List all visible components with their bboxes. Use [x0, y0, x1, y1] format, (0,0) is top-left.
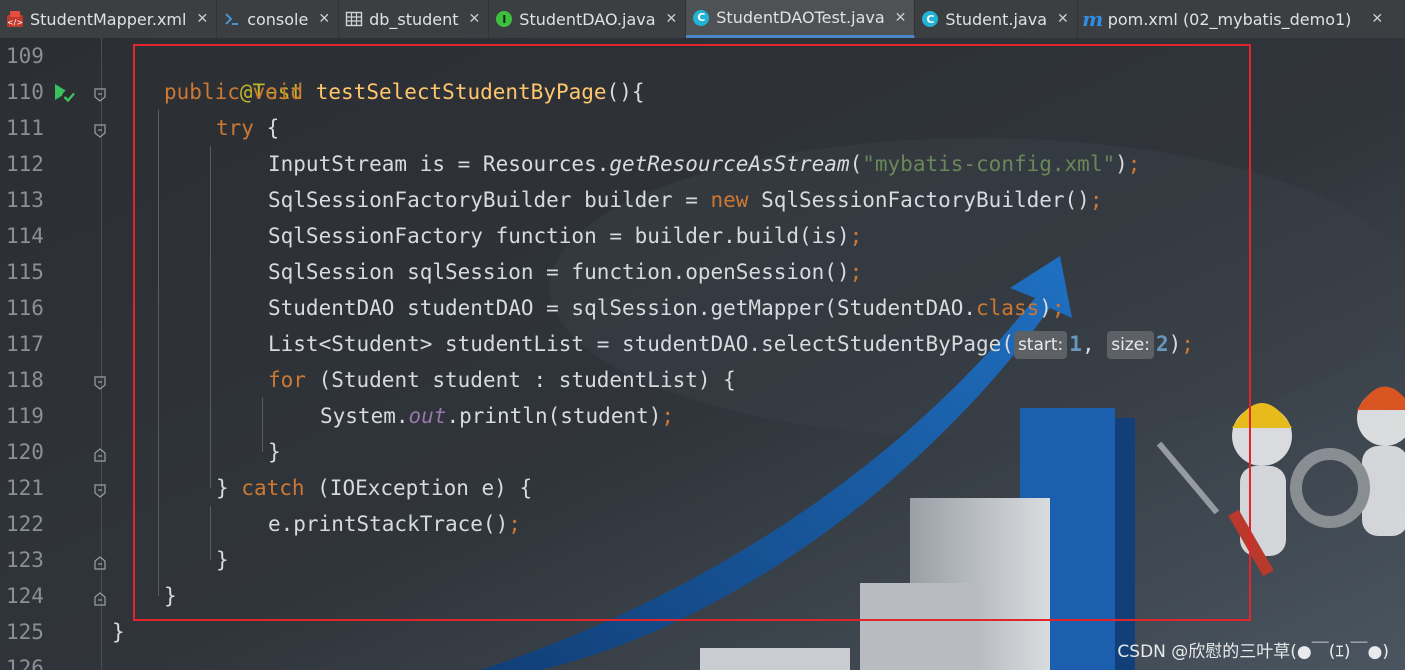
fold-close-icon[interactable] [94, 448, 106, 462]
tab-label: StudentDAO.java [519, 9, 656, 29]
line-number: 114 [6, 224, 44, 248]
tab-label: db_student [369, 9, 459, 29]
line-number: 121 [6, 476, 44, 500]
tab-label: StudentDAOTest.java [716, 8, 885, 27]
code-editor[interactable]: 109 110 111 112 113 114 115 116 117 118 … [0, 38, 1405, 670]
fold-close-icon[interactable] [94, 592, 106, 606]
class-icon: C [921, 10, 939, 28]
close-tab-icon[interactable]: ✕ [469, 11, 481, 27]
line-number: 109 [6, 44, 44, 68]
close-tab-icon[interactable]: ✕ [895, 10, 907, 26]
line-number: 110 [6, 80, 44, 104]
fold-open-icon[interactable] [94, 484, 106, 498]
fold-close-icon[interactable] [94, 556, 106, 570]
line-number: 120 [6, 440, 44, 464]
editor-tab-bar: </> StudentMapper.xml ✕ console ✕ db_stu… [0, 0, 1405, 39]
line-number: 115 [6, 260, 44, 284]
fold-open-icon[interactable] [94, 124, 106, 138]
line-number: 113 [6, 188, 44, 212]
line-number: 118 [6, 368, 44, 392]
code-line-125: } [112, 614, 125, 650]
tab-pom-xml[interactable]: m pom.xml (02_mybatis_demo1) ✕ [1078, 0, 1391, 38]
tab-studentdaotest-java[interactable]: C StudentDAOTest.java ✕ [686, 0, 916, 38]
tab-label: Student.java [945, 9, 1047, 29]
watermark-text: CSDN @欣慰的三叶草(●￣(ｴ)￣●) [1117, 642, 1389, 662]
tab-label: StudentMapper.xml [30, 9, 187, 29]
line-number: 125 [6, 620, 44, 644]
close-tab-icon[interactable]: ✕ [318, 11, 330, 27]
line-number: 111 [6, 116, 44, 140]
tab-console[interactable]: console ✕ [217, 0, 340, 38]
run-test-icon[interactable] [52, 80, 78, 106]
tab-label: pom.xml (02_mybatis_demo1) [1107, 9, 1352, 29]
interface-icon: I [495, 10, 513, 28]
red-highlight-box [133, 44, 1251, 621]
fold-open-icon[interactable] [94, 88, 106, 102]
line-number: 122 [6, 512, 44, 536]
close-tab-icon[interactable]: ✕ [666, 11, 678, 27]
console-icon [223, 10, 241, 28]
tab-studentmapper-xml[interactable]: </> StudentMapper.xml ✕ [0, 0, 218, 38]
xml-mapper-icon: </> [6, 10, 24, 28]
line-number: 112 [6, 152, 44, 176]
tab-student-java[interactable]: C Student.java ✕ [915, 0, 1078, 38]
code-text: } [112, 620, 125, 644]
close-tab-icon[interactable]: ✕ [1371, 11, 1383, 27]
line-number: 124 [6, 584, 44, 608]
class-icon: C [692, 9, 710, 27]
svg-text:</>: </> [7, 18, 23, 27]
table-icon [345, 10, 363, 28]
tab-db-student[interactable]: db_student ✕ [339, 0, 490, 38]
line-number: 123 [6, 548, 44, 572]
line-number-gutter: 109 110 111 112 113 114 115 116 117 118 … [0, 38, 112, 670]
tab-studentdao-java[interactable]: I StudentDAO.java ✕ [489, 0, 687, 38]
close-tab-icon[interactable]: ✕ [196, 11, 208, 27]
maven-icon: m [1082, 7, 1104, 31]
line-number: 126 [6, 656, 44, 670]
close-tab-icon[interactable]: ✕ [1057, 11, 1069, 27]
line-number: 117 [6, 332, 44, 356]
line-number: 116 [6, 296, 44, 320]
fold-open-icon[interactable] [94, 376, 106, 390]
line-number: 119 [6, 404, 44, 428]
tab-label: console [247, 9, 309, 29]
